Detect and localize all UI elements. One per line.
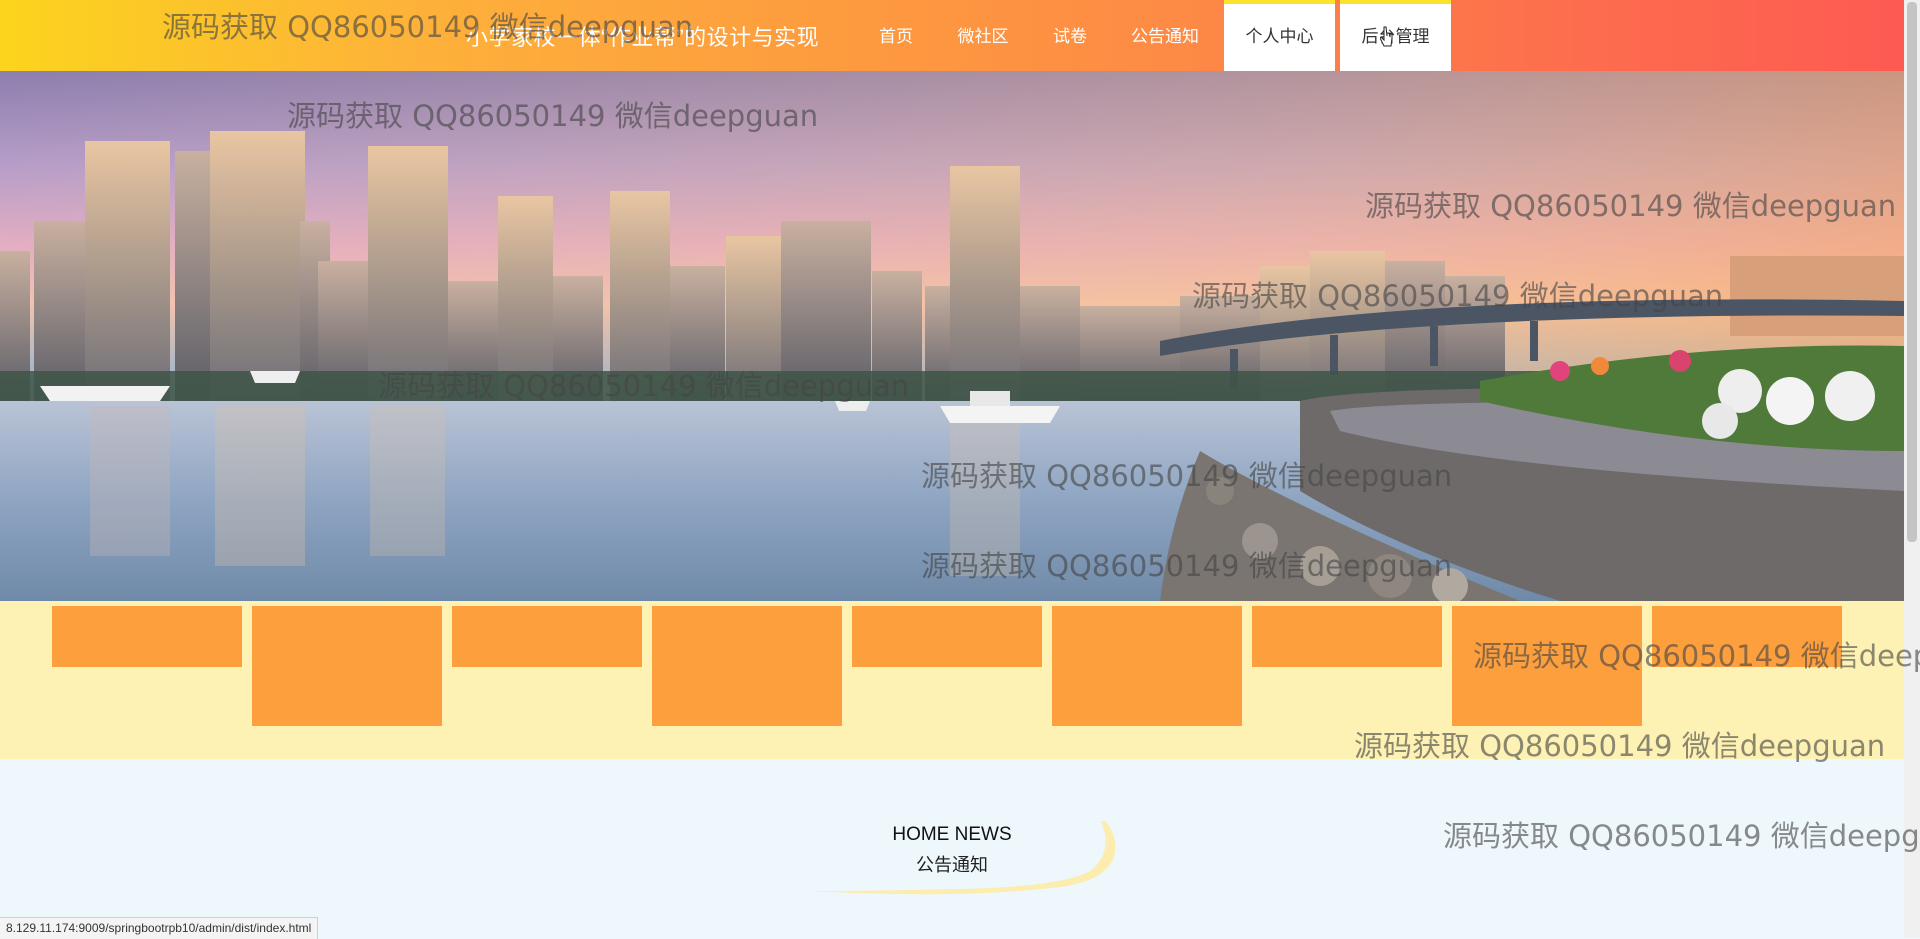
- site-title: 小学家校一体“作业帮”的设计与实现: [466, 25, 820, 50]
- nav-item-notices[interactable]: 公告通知: [1120, 0, 1210, 71]
- category-tile-8[interactable]: [1452, 606, 1642, 726]
- nav-item-exam[interactable]: 试卷: [1040, 0, 1100, 71]
- category-tile-3[interactable]: [452, 606, 642, 667]
- browser-status-bar-url: 8.129.11.174:9009/springbootrpb10/admin/…: [0, 917, 319, 939]
- category-tile-2[interactable]: [252, 606, 442, 726]
- mouse-cursor-icon: [1380, 26, 1393, 47]
- news-section: HOME NEWS 公告通知: [0, 759, 1904, 938]
- nav-item-community[interactable]: 微社区: [948, 0, 1018, 71]
- nav-item-personal-center[interactable]: 个人中心: [1224, 0, 1335, 71]
- page-scrollbar-thumb[interactable]: [1907, 2, 1917, 542]
- banner-image: [0, 71, 1904, 601]
- category-tile-6[interactable]: [1052, 606, 1242, 726]
- nav-item-home[interactable]: 首页: [866, 0, 926, 71]
- news-title-en: HOME NEWS: [892, 824, 1012, 845]
- nav-item-admin[interactable]: 后台管理: [1340, 0, 1451, 71]
- category-tile-4[interactable]: [652, 606, 842, 726]
- news-title-cn: 公告通知: [916, 855, 988, 875]
- banner-carousel[interactable]: [0, 71, 1904, 601]
- category-tile-7[interactable]: [1252, 606, 1442, 667]
- top-navbar: 小学家校一体“作业帮”的设计与实现 首页 微社区 试卷 公告通知 个人中心 后台…: [0, 0, 1904, 71]
- category-tile-5[interactable]: [852, 606, 1042, 667]
- category-tile-9[interactable]: [1652, 606, 1842, 667]
- category-tile-1[interactable]: [52, 606, 242, 667]
- category-strip: [0, 601, 1904, 759]
